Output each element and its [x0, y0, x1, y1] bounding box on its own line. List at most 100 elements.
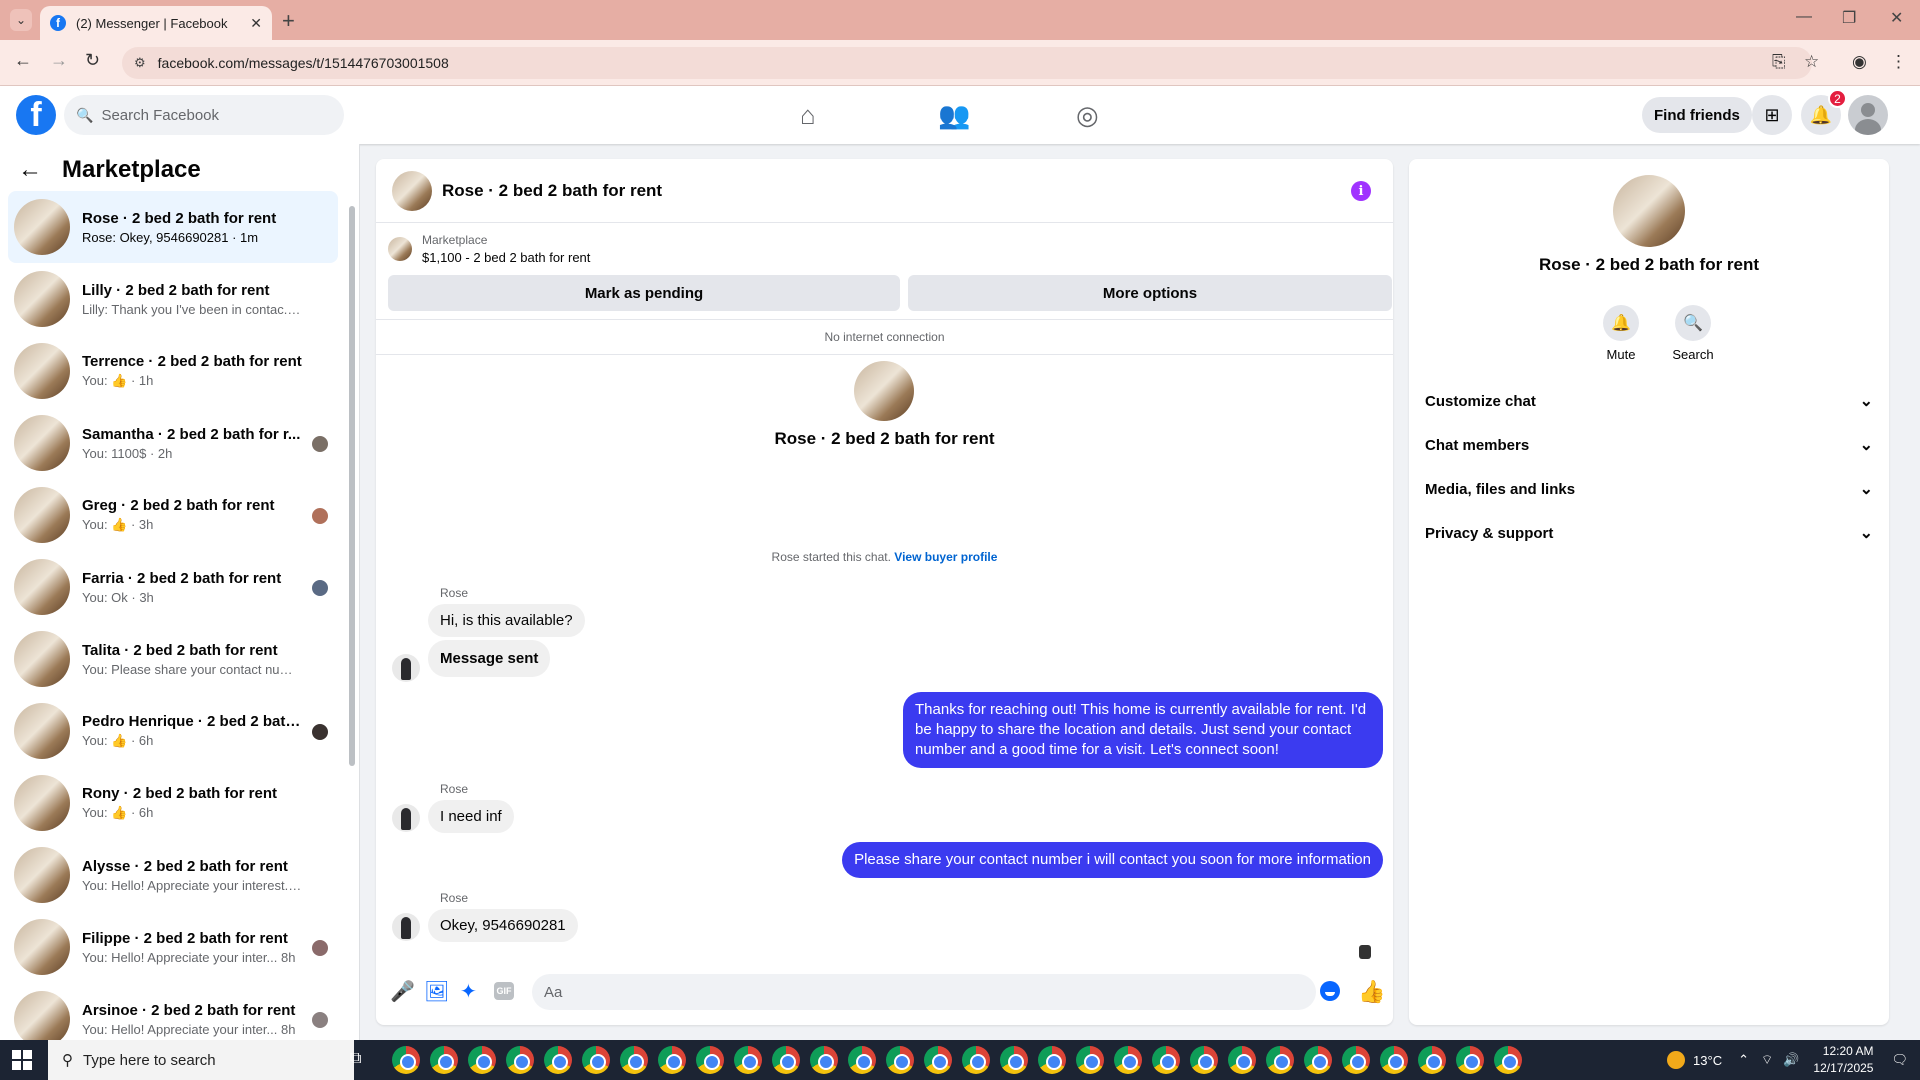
facebook-logo-icon[interactable]: f	[16, 95, 56, 135]
sender-avatar[interactable]	[392, 804, 420, 832]
chrome-window-icon[interactable]	[810, 1046, 838, 1074]
account-avatar[interactable]	[1848, 95, 1888, 135]
chrome-window-icon[interactable]	[734, 1046, 762, 1074]
sticker-icon[interactable]: ✦	[460, 979, 477, 1004]
conversation-item[interactable]: Alysse · 2 bed 2 bath for rent You: Hello…	[8, 839, 338, 911]
tab-close-icon[interactable]: ✕	[250, 15, 262, 32]
facebook-search-input[interactable]: 🔍 Search Facebook	[64, 95, 344, 135]
forward-icon[interactable]: →	[50, 50, 68, 71]
new-tab-button[interactable]: +	[282, 8, 295, 34]
chrome-window-icon[interactable]	[1380, 1046, 1408, 1074]
find-friends-button[interactable]: Find friends	[1642, 97, 1752, 133]
chrome-window-icon[interactable]	[886, 1046, 914, 1074]
chrome-window-icon[interactable]	[582, 1046, 610, 1074]
conversation-item[interactable]: Samantha · 2 bed 2 bath for r... You: 110…	[8, 407, 338, 479]
customize-chat-section[interactable]: Customize chat ⌄	[1425, 379, 1873, 423]
chrome-window-icon[interactable]	[658, 1046, 686, 1074]
chrome-window-icon[interactable]	[506, 1046, 534, 1074]
mark-as-pending-button[interactable]: Mark as pending	[388, 275, 900, 311]
chrome-window-icon[interactable]	[1228, 1046, 1256, 1074]
privacy-support-section[interactable]: Privacy & support ⌄	[1425, 511, 1873, 555]
info-icon[interactable]: i	[1351, 181, 1371, 201]
chrome-window-icon[interactable]	[696, 1046, 724, 1074]
chrome-window-icon[interactable]	[392, 1046, 420, 1074]
conversation-item[interactable]: Talita · 2 bed 2 bath for rent You: Pleas…	[8, 623, 338, 695]
info-listing-thumbnail[interactable]	[1613, 175, 1685, 247]
sender-avatar[interactable]	[392, 654, 420, 682]
search-conversation-button[interactable]: 🔍 Search	[1663, 305, 1723, 362]
thumbs-up-icon[interactable]: 👍	[1358, 979, 1385, 1005]
chrome-window-icon[interactable]	[1076, 1046, 1104, 1074]
chrome-window-icon[interactable]	[848, 1046, 876, 1074]
chrome-window-icon[interactable]	[430, 1046, 458, 1074]
chrome-window-icon[interactable]	[1038, 1046, 1066, 1074]
home-icon[interactable]: ⌂	[800, 100, 816, 131]
clock[interactable]: 12:20 AM 12/17/2025	[1813, 1043, 1873, 1077]
chrome-window-icon[interactable]	[1304, 1046, 1332, 1074]
close-window-icon[interactable]: ✕	[1890, 8, 1903, 28]
tab-search-dropdown[interactable]: ⌄	[10, 9, 32, 31]
notification-center-icon[interactable]: 🗨	[1891, 1052, 1908, 1068]
chrome-window-icon[interactable]	[1000, 1046, 1028, 1074]
chrome-window-icon[interactable]	[468, 1046, 496, 1074]
incoming-message[interactable]: I need inf	[428, 800, 514, 833]
install-app-icon[interactable]: ⎘	[1772, 52, 1786, 72]
incoming-message[interactable]: Hi, is this available?	[428, 604, 585, 637]
network-icon[interactable]: ⌔	[1761, 1052, 1773, 1068]
restore-icon[interactable]: ❐	[1842, 8, 1856, 28]
chrome-window-icon[interactable]	[1114, 1046, 1142, 1074]
back-arrow-icon[interactable]: ←	[18, 156, 42, 184]
outgoing-message[interactable]: Thanks for reaching out! This home is cu…	[903, 692, 1383, 768]
chrome-window-icon[interactable]	[620, 1046, 648, 1074]
chrome-window-icon[interactable]	[1342, 1046, 1370, 1074]
profile-icon[interactable]: ◉	[1852, 52, 1867, 72]
incoming-message[interactable]: Message sent	[428, 640, 551, 677]
chrome-window-icon[interactable]	[1152, 1046, 1180, 1074]
mute-button[interactable]: 🔔 Mute	[1591, 305, 1651, 362]
windows-start-icon[interactable]	[12, 1050, 32, 1070]
chat-title[interactable]: Rose · 2 bed 2 bath for rent	[442, 181, 662, 201]
marketplace-listing-banner[interactable]: Marketplace $1,100 - 2 bed 2 bath for re…	[388, 231, 590, 267]
chat-members-section[interactable]: Chat members ⌄	[1425, 423, 1873, 467]
menu-grid-icon[interactable]: ⊞	[1752, 95, 1792, 135]
chat-listing-thumbnail[interactable]	[392, 170, 432, 211]
microphone-icon[interactable]: 🎤	[390, 979, 415, 1004]
reload-icon[interactable]: ↻	[85, 50, 100, 71]
conversation-item[interactable]: Rose · 2 bed 2 bath for rent Rose: Okey, …	[8, 191, 338, 263]
sender-avatar[interactable]	[392, 913, 420, 941]
conversation-item[interactable]: Terrence · 2 bed 2 bath for rent You: 👍 ·…	[8, 335, 338, 407]
conversation-item[interactable]: Rony · 2 bed 2 bath for rent You: 👍 · 6h	[8, 767, 338, 839]
weather-icon[interactable]	[1667, 1051, 1686, 1069]
conversation-item[interactable]: Filippe · 2 bed 2 bath for rent You: Hell…	[8, 911, 338, 983]
gif-icon[interactable]: GIF	[494, 982, 514, 1000]
browser-tab[interactable]: f (2) Messenger | Facebook ✕	[40, 6, 272, 40]
back-icon[interactable]: ←	[14, 50, 32, 71]
task-view-icon[interactable]: ⧉	[350, 1050, 361, 1068]
tray-chevron-icon[interactable]: ⌃	[1738, 1052, 1749, 1068]
conversation-item[interactable]: Arsinoe · 2 bed 2 bath for rent You: Hell…	[8, 983, 338, 1040]
chrome-window-icon[interactable]	[924, 1046, 952, 1074]
temperature[interactable]: 13°C	[1693, 1053, 1722, 1068]
chrome-window-icon[interactable]	[1418, 1046, 1446, 1074]
taskbar-search-input[interactable]: ⚲ Type here to search	[48, 1040, 354, 1080]
view-buyer-profile-link[interactable]: View buyer profile	[894, 550, 997, 564]
more-options-button[interactable]: More options	[908, 275, 1392, 311]
outgoing-message[interactable]: Please share your contact number i will …	[842, 842, 1383, 878]
minimize-icon[interactable]: —	[1796, 8, 1812, 26]
chrome-window-icon[interactable]	[962, 1046, 990, 1074]
menu-kebab-icon[interactable]: ⋮	[1890, 52, 1907, 72]
groups-icon[interactable]: ◎	[1076, 100, 1099, 131]
media-files-links-section[interactable]: Media, files and links ⌄	[1425, 467, 1873, 511]
attach-photo-icon[interactable]: 🖼	[424, 979, 449, 1004]
address-bar[interactable]: ⚙ facebook.com/messages/t/15144767030015…	[122, 47, 1812, 79]
chrome-window-icon[interactable]	[1456, 1046, 1484, 1074]
scrollbar-thumb[interactable]	[349, 206, 355, 766]
message-input[interactable]: Aa	[532, 974, 1316, 1010]
chrome-window-icon[interactable]	[772, 1046, 800, 1074]
conversation-scrollbar[interactable]	[348, 196, 356, 1022]
chrome-window-icon[interactable]	[1266, 1046, 1294, 1074]
bookmark-star-icon[interactable]: ☆	[1804, 52, 1819, 72]
site-info-icon[interactable]: ⚙	[134, 55, 146, 71]
chrome-window-icon[interactable]	[1190, 1046, 1218, 1074]
conversation-item[interactable]: Farria · 2 bed 2 bath for rent You: Ok · …	[8, 551, 338, 623]
